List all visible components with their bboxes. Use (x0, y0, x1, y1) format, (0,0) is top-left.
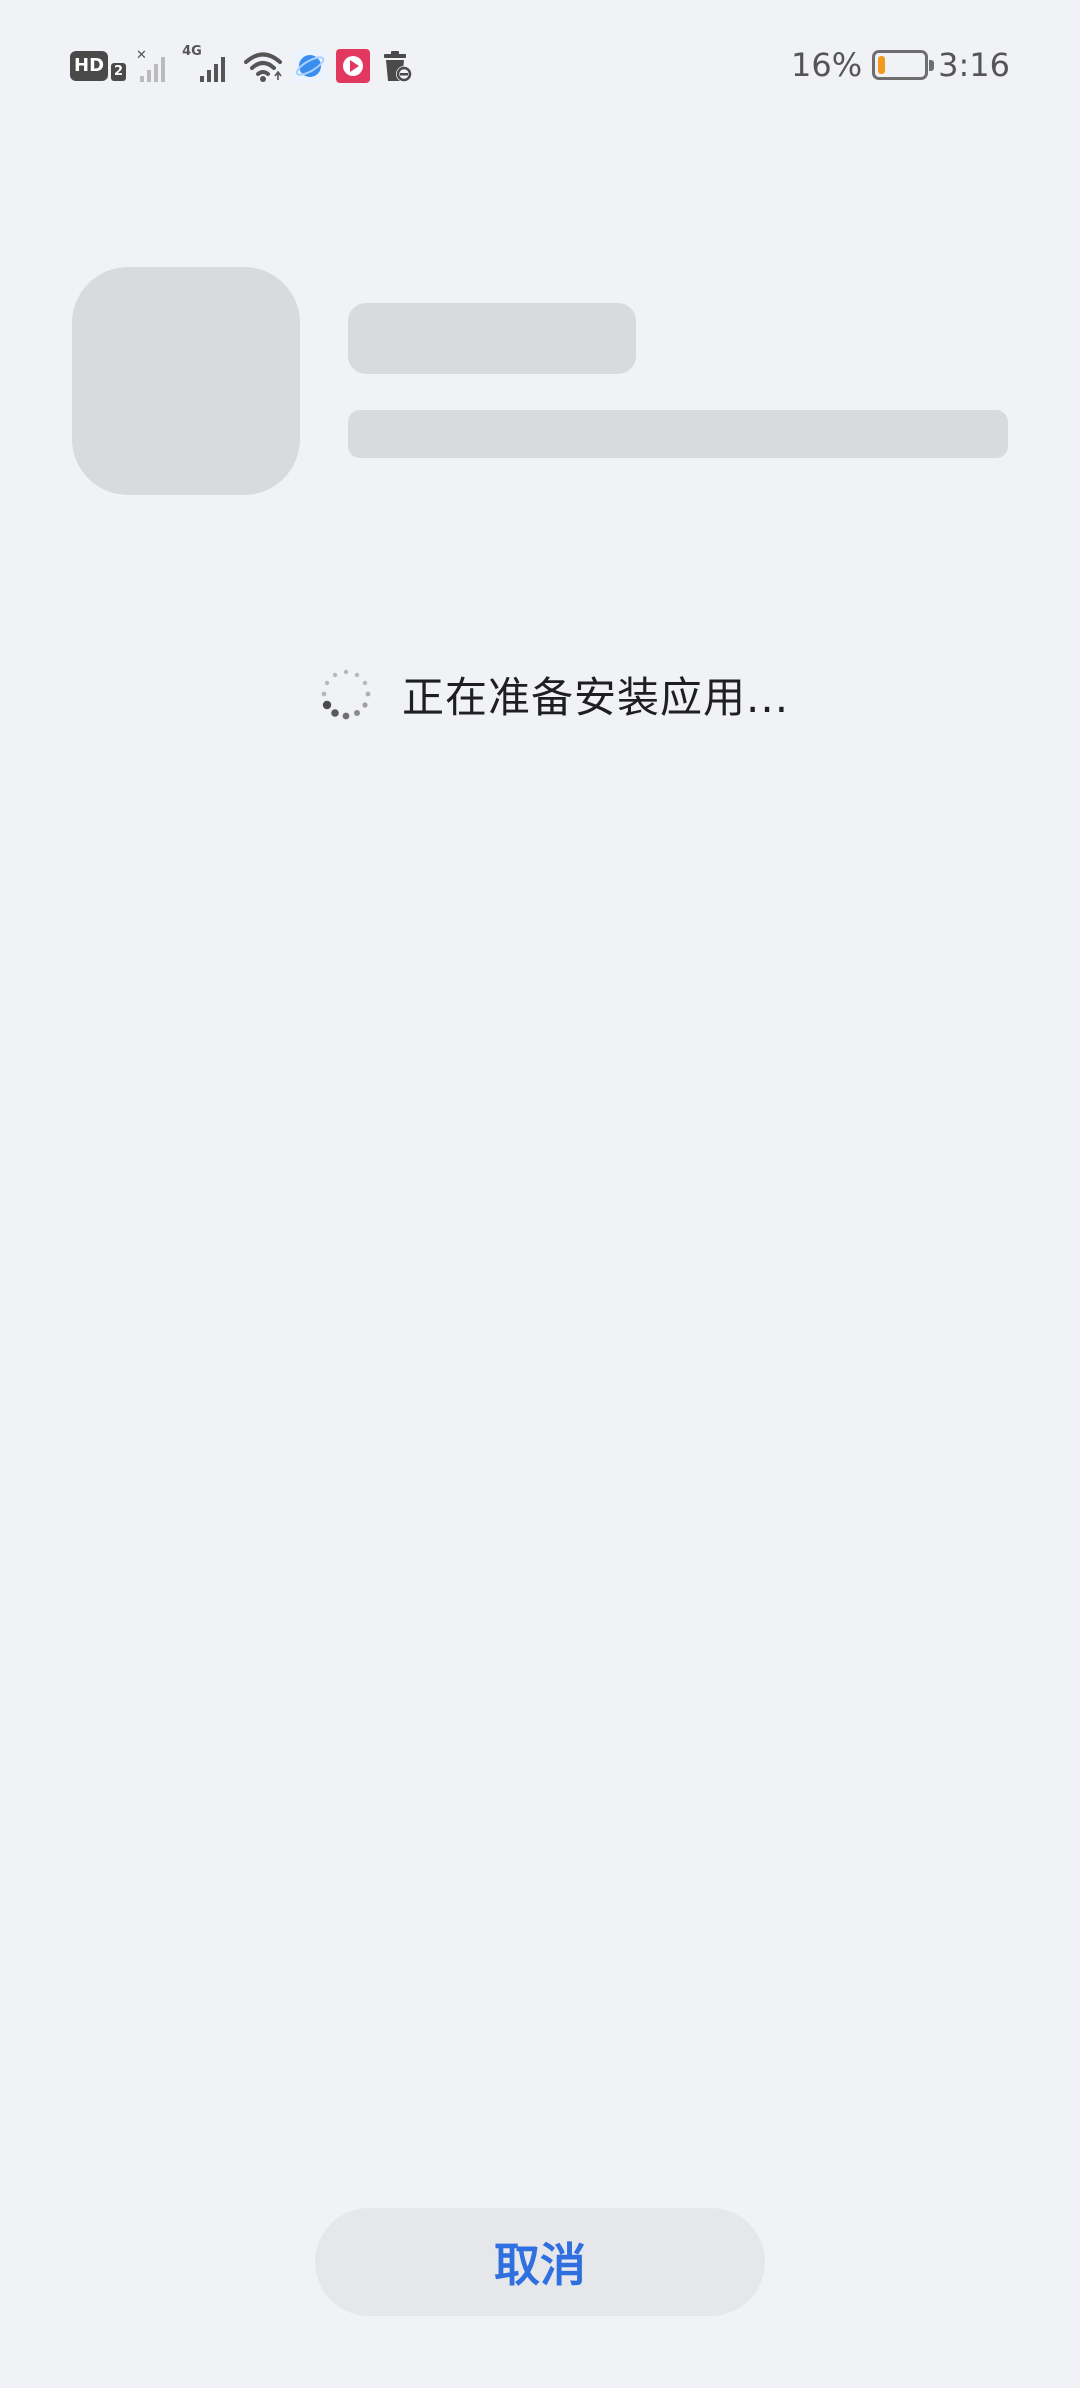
install-status-text: 正在准备安装应用... (402, 672, 790, 722)
battery-level-fill (878, 56, 886, 74)
app-icon-placeholder (72, 267, 300, 495)
clock: 3:16 (938, 46, 1010, 84)
svg-text:✕: ✕ (136, 48, 147, 63)
hd-sub-label: 2 (111, 63, 127, 81)
signal-no-service-icon: ✕ (136, 48, 166, 82)
battery-icon (872, 50, 935, 80)
app-name-placeholder (348, 303, 636, 374)
browser-app-icon (294, 50, 327, 82)
status-bar: HD 2 ✕ 4G 16% 3:16 (0, 0, 1080, 130)
status-icons-right: 16% 3:16 (791, 40, 1010, 90)
video-app-icon (336, 49, 371, 83)
trash-cleaner-icon (384, 51, 413, 82)
cancel-button[interactable]: 取消 (315, 2208, 765, 2316)
status-icons-left: HD 2 ✕ 4G (70, 44, 414, 86)
app-info-placeholder (348, 410, 1008, 458)
signal-4g-icon: 4G (182, 44, 234, 84)
battery-percent: 16% (791, 46, 863, 84)
wifi-icon (244, 52, 283, 82)
loading-spinner-icon (321, 669, 371, 720)
hd-icon: HD 2 (70, 51, 127, 81)
hd-label: HD (70, 51, 109, 81)
loading-status: 正在准备安装应用... (318, 664, 789, 724)
